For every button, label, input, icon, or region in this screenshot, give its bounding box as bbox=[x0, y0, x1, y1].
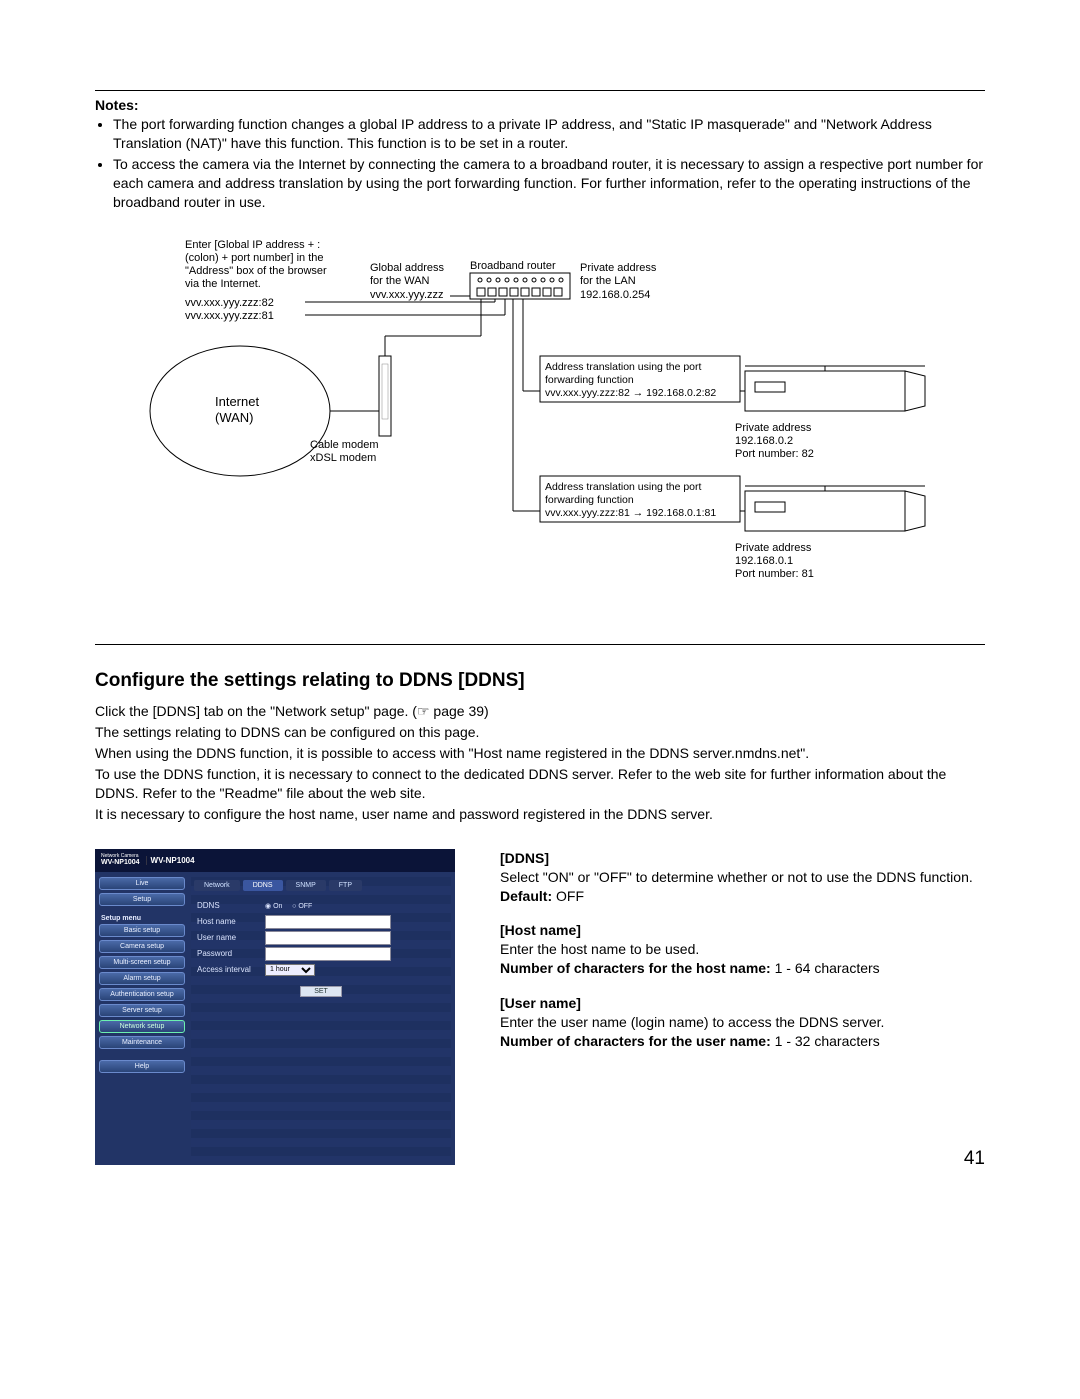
ui-title-model: WV-NP1004 bbox=[146, 856, 195, 865]
hostname-label: [Host name] bbox=[500, 922, 581, 938]
hostname-field-block: [Host name] Enter the host name to be us… bbox=[500, 921, 985, 978]
svg-text:via the Internet.: via the Internet. bbox=[185, 278, 261, 290]
menu-camera-setup[interactable]: Camera setup bbox=[99, 940, 185, 953]
svg-text:Address translation using the: Address translation using the port bbox=[545, 481, 702, 493]
svg-text:Port number: 81: Port number: 81 bbox=[735, 568, 814, 580]
svg-text:192.168.0.254: 192.168.0.254 bbox=[580, 289, 650, 301]
ddns-p5: It is necessary to configure the host na… bbox=[95, 805, 985, 824]
menu-authentication-setup[interactable]: Authentication setup bbox=[99, 988, 185, 1001]
tab-ddns[interactable]: DDNS bbox=[243, 880, 283, 891]
network-diagram: Enter [Global IP address + : (colon) + p… bbox=[135, 236, 985, 619]
menu-network-setup[interactable]: Network setup bbox=[99, 1020, 185, 1033]
svg-text:for the WAN: for the WAN bbox=[370, 275, 430, 287]
rule-mid bbox=[95, 644, 985, 645]
svg-text:Internet: Internet bbox=[215, 394, 259, 409]
host-name-input[interactable] bbox=[265, 915, 391, 929]
ui-model-code: WV-NP1004 bbox=[101, 859, 140, 866]
svg-text:192.168.0.2: 192.168.0.2 bbox=[735, 435, 793, 447]
svg-text:Private address: Private address bbox=[580, 262, 657, 274]
form-label-ddns: DDNS bbox=[197, 901, 265, 910]
svg-text:Private address: Private address bbox=[735, 422, 812, 434]
tab-network[interactable]: Network bbox=[194, 880, 240, 891]
password-input[interactable] bbox=[265, 947, 391, 961]
ddns-p4: To use the DDNS function, it is necessar… bbox=[95, 765, 985, 803]
diag-camera-icon bbox=[745, 366, 925, 411]
section-title-ddns: Configure the settings relating to DDNS … bbox=[95, 670, 985, 692]
svg-text:"Address" box of the browser: "Address" box of the browser bbox=[185, 265, 327, 277]
default-label: Default: bbox=[500, 888, 552, 904]
radio-off[interactable]: ○ OFF bbox=[292, 903, 312, 910]
svg-text:vvv.xxx.yyy.zzz:81 → 192.168.0: vvv.xxx.yyy.zzz:81 → 192.168.0.1:81 bbox=[545, 507, 716, 519]
diag-wan-url: vvv.xxx.yyy.zzz:82 bbox=[185, 297, 274, 309]
ddns-p3: When using the DDNS function, it is poss… bbox=[95, 744, 985, 763]
hostname-text: Enter the host name to be used. bbox=[500, 941, 699, 957]
username-field-block: [User name] Enter the user name (login n… bbox=[500, 994, 985, 1051]
svg-text:192.168.0.1: 192.168.0.1 bbox=[735, 555, 793, 567]
menu-server-setup[interactable]: Server setup bbox=[99, 1004, 185, 1017]
diag-modem-icon bbox=[379, 356, 391, 436]
live-button[interactable]: Live bbox=[99, 877, 185, 890]
tab-ftp[interactable]: FTP bbox=[329, 880, 362, 891]
svg-text:vvv.xxx.yyy.zzz:82 → 192.168.0: vvv.xxx.yyy.zzz:82 → 192.168.0.2:82 bbox=[545, 387, 716, 399]
form-label-host: Host name bbox=[197, 917, 265, 926]
menu-alarm-setup[interactable]: Alarm setup bbox=[99, 972, 185, 985]
svg-text:for the LAN: for the LAN bbox=[580, 275, 636, 287]
menu-basic-setup[interactable]: Basic setup bbox=[99, 924, 185, 937]
notes-block: Notes: The port forwarding function chan… bbox=[95, 97, 985, 211]
svg-text:(WAN): (WAN) bbox=[215, 410, 254, 425]
page-number: 41 bbox=[964, 1148, 985, 1170]
menu-maintenance[interactable]: Maintenance bbox=[99, 1036, 185, 1049]
default-value: OFF bbox=[552, 888, 584, 904]
hostname-chars-label: Number of characters for the host name: bbox=[500, 960, 771, 976]
username-chars-value: 1 - 32 characters bbox=[771, 1033, 880, 1049]
tab-snmp[interactable]: SNMP bbox=[286, 880, 326, 891]
svg-text:Port number: 82: Port number: 82 bbox=[735, 448, 814, 460]
form-label-user: User name bbox=[197, 933, 265, 942]
set-button[interactable]: SET bbox=[300, 986, 342, 997]
ddns-label: [DDNS] bbox=[500, 850, 549, 866]
diag-camera-icon bbox=[745, 486, 925, 531]
svg-text:vvv.xxx.yyy.zzz: vvv.xxx.yyy.zzz bbox=[370, 289, 444, 301]
notes-item: To access the camera via the Internet by… bbox=[113, 155, 985, 212]
ddns-p2: The settings relating to DDNS can be con… bbox=[95, 723, 985, 742]
notes-heading: Notes: bbox=[95, 97, 985, 113]
svg-text:forwarding function: forwarding function bbox=[545, 494, 634, 506]
diag-browser-note: Enter [Global IP address + : bbox=[185, 239, 320, 251]
radio-on[interactable]: ◉ On bbox=[265, 903, 282, 910]
svg-text:forwarding function: forwarding function bbox=[545, 374, 634, 386]
form-label-interval: Access interval bbox=[197, 965, 265, 974]
svg-text:vvv.xxx.yyy.zzz:81: vvv.xxx.yyy.zzz:81 bbox=[185, 310, 274, 322]
username-label: [User name] bbox=[500, 995, 581, 1011]
username-chars-label: Number of characters for the user name: bbox=[500, 1033, 771, 1049]
setup-button[interactable]: Setup bbox=[99, 893, 185, 906]
svg-text:Global address: Global address bbox=[370, 262, 444, 274]
rule-top bbox=[95, 90, 985, 91]
diag-router-label: Broadband router bbox=[470, 260, 556, 272]
username-text: Enter the user name (login name) to acce… bbox=[500, 1014, 884, 1030]
svg-text:(colon) + port number] in the: (colon) + port number] in the bbox=[185, 252, 324, 264]
svg-text:Address translation using the: Address translation using the port bbox=[545, 361, 702, 373]
svg-text:Private address: Private address bbox=[735, 542, 812, 554]
ddns-field-block: [DDNS] Select "ON" or "OFF" to determine… bbox=[500, 849, 985, 906]
svg-text:Cable modem: Cable modem bbox=[310, 439, 378, 451]
camera-ui-screenshot: Network Camera WV-NP1004 WV-NP1004 Live … bbox=[95, 849, 455, 1165]
access-interval-select[interactable]: 1 hour bbox=[265, 964, 315, 976]
ddns-p1: Click the [DDNS] tab on the "Network set… bbox=[95, 702, 985, 721]
ddns-text: Select "ON" or "OFF" to determine whethe… bbox=[500, 869, 973, 885]
notes-list: The port forwarding function changes a g… bbox=[95, 115, 985, 211]
form-label-password: Password bbox=[197, 949, 265, 958]
notes-item: The port forwarding function changes a g… bbox=[113, 115, 985, 153]
hostname-chars-value: 1 - 64 characters bbox=[771, 960, 880, 976]
setup-menu-heading: Setup menu bbox=[99, 909, 185, 924]
user-name-input[interactable] bbox=[265, 931, 391, 945]
ddns-section-body: Click the [DDNS] tab on the "Network set… bbox=[95, 702, 985, 823]
menu-multiscreen-setup[interactable]: Multi-screen setup bbox=[99, 956, 185, 969]
help-button[interactable]: Help bbox=[99, 1060, 185, 1073]
svg-text:xDSL modem: xDSL modem bbox=[310, 452, 376, 464]
